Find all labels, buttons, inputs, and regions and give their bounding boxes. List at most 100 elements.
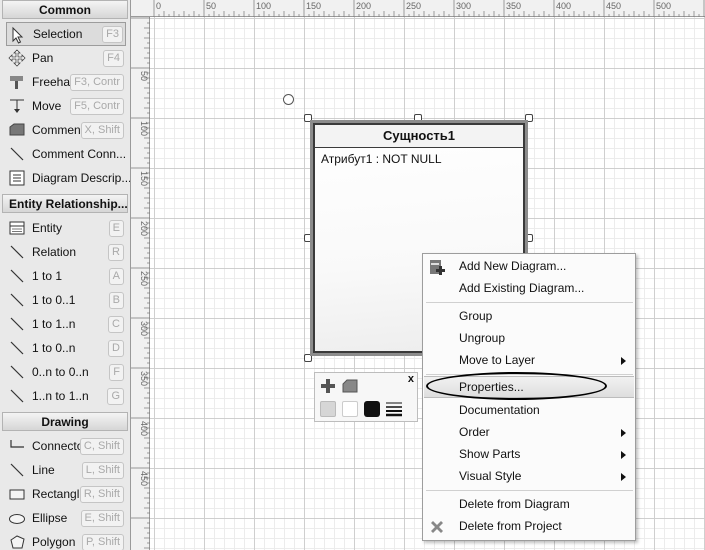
toolbox-panel: Common Selection F3 Pan F4 Freehar F3, C… <box>0 0 131 550</box>
entity-title[interactable]: Сущность1 <box>315 125 523 148</box>
menu-ungroup[interactable]: Ungroup <box>424 328 634 350</box>
rectangle-icon <box>9 489 25 500</box>
line-icon <box>10 389 24 403</box>
ruler-label: 300 <box>456 1 471 11</box>
close-button[interactable]: x <box>408 373 414 385</box>
tool-comment[interactable]: Commen X, Shift <box>6 118 126 142</box>
tool-diagram-description[interactable]: Diagram Descrip... <box>6 166 130 190</box>
tool-label: 0..n to 0..n <box>32 365 89 379</box>
tool-label: Selection <box>33 27 83 41</box>
menu-move-to-layer[interactable]: Move to Layer <box>424 350 634 372</box>
tool-relation[interactable]: Relation R <box>6 240 126 264</box>
line-icon <box>10 341 24 355</box>
tool-ellipse[interactable]: Ellipse E, Shift <box>6 506 126 530</box>
resize-handle-top-left[interactable] <box>304 114 312 122</box>
vertical-ruler: 50 100 150 200 250 300 350 400 450 <box>131 17 150 550</box>
tool-pan[interactable]: Pan F4 <box>6 46 126 70</box>
tool-label: Ellipse <box>32 511 68 525</box>
menu-show-parts[interactable]: Show Parts <box>424 444 634 466</box>
ruler-label: 250 <box>406 1 421 11</box>
tool-comment-connector[interactable]: Comment Conn... <box>6 142 126 166</box>
section-drawing-header[interactable]: Drawing <box>2 412 128 431</box>
tool-connector[interactable]: Connecto C, Shift <box>6 434 126 458</box>
tool-1-to-1[interactable]: 1 to 1 A <box>6 264 126 288</box>
tool-freehand[interactable]: Freehar F3, Contr <box>6 70 126 94</box>
shortcut-badge: C <box>108 316 124 333</box>
menu-label: Visual Style <box>459 469 522 483</box>
ruler-label: 350 <box>506 1 521 11</box>
color-swatch-black[interactable] <box>364 401 380 417</box>
tool-label: Line <box>32 463 55 477</box>
ruler-ticks: 0 50 100 150 200 250 300 350 400 450 500 <box>153 0 705 17</box>
tool-label: Move <box>32 99 62 113</box>
menu-delete-from-project[interactable]: Delete from Project <box>424 516 634 538</box>
menu-order[interactable]: Order <box>424 422 634 444</box>
menu-label: Add Existing Diagram... <box>459 281 585 295</box>
rotate-handle[interactable] <box>283 94 294 105</box>
menu-label: Add New Diagram... <box>459 259 567 273</box>
color-swatch-gray[interactable] <box>320 401 336 417</box>
tool-1-to-0-1[interactable]: 1 to 0..1 B <box>6 288 126 312</box>
shortcut-badge: D <box>108 340 124 357</box>
entity-attribute[interactable]: Атрибут1 : NOT NULL <box>315 148 523 170</box>
ruler-label: 200 <box>139 221 149 236</box>
add-icon[interactable] <box>320 378 336 394</box>
submenu-arrow-icon <box>621 357 626 365</box>
tool-label: 1 to 0..1 <box>32 293 76 307</box>
resize-handle-left[interactable] <box>304 234 312 242</box>
menu-add-existing-diagram[interactable]: Add Existing Diagram... <box>424 278 634 300</box>
comment-icon <box>9 123 25 136</box>
resize-handle-right[interactable] <box>525 234 533 242</box>
shortcut-badge: F3, Contr <box>70 74 124 91</box>
line-icon <box>10 293 24 307</box>
resize-handle-top[interactable] <box>414 114 422 122</box>
shortcut-badge: F5, Contr <box>70 98 124 115</box>
arrow-pointer-icon <box>12 26 24 44</box>
shortcut-badge: A <box>108 268 124 285</box>
menu-visual-style[interactable]: Visual Style <box>424 466 634 488</box>
tool-label: 1..n to 1..n <box>32 389 89 403</box>
horizontal-ruler: 0 50 100 150 200 250 300 350 400 450 500 <box>131 0 705 17</box>
line-icon <box>10 269 24 283</box>
tool-polygon[interactable]: Polygon P, Shift <box>6 530 126 550</box>
menu-label: Move to Layer <box>459 353 536 367</box>
ruler-label: 150 <box>139 171 149 186</box>
ruler-label: 300 <box>139 321 149 336</box>
submenu-arrow-icon <box>621 451 626 459</box>
freehand-icon <box>10 76 23 89</box>
ruler-label: 500 <box>656 1 671 11</box>
ruler-label: 0 <box>156 1 161 11</box>
resize-handle-top-right[interactable] <box>525 114 533 122</box>
comment-icon[interactable] <box>342 378 358 394</box>
tool-1-n-to-1-n[interactable]: 1..n to 1..n G <box>6 384 126 408</box>
tool-selection[interactable]: Selection F3 <box>6 22 126 46</box>
tool-label: 1 to 1 <box>32 269 63 283</box>
entity-icon <box>9 221 25 235</box>
tool-1-to-1-n[interactable]: 1 to 1..n C <box>6 312 126 336</box>
submenu-arrow-icon <box>621 429 626 437</box>
tool-1-to-0-n[interactable]: 1 to 0..n D <box>6 336 126 360</box>
add-diagram-icon <box>430 260 445 275</box>
menu-separator <box>426 302 633 303</box>
ruler-label: 400 <box>556 1 571 11</box>
tool-entity[interactable]: Entity E <box>6 216 126 240</box>
menu-delete-from-diagram[interactable]: Delete from Diagram <box>424 494 634 516</box>
highlight-oval <box>426 372 607 400</box>
resize-handle-bottom-left[interactable] <box>304 354 312 362</box>
menu-documentation[interactable]: Documentation <box>424 400 634 422</box>
polygon-icon <box>10 535 25 549</box>
line-style-icon[interactable] <box>385 401 403 417</box>
section-common-header[interactable]: Common <box>2 0 128 19</box>
tool-line[interactable]: Line L, Shift <box>6 458 126 482</box>
tool-0-n-to-0-n[interactable]: 0..n to 0..n F <box>6 360 126 384</box>
menu-group[interactable]: Group <box>424 306 634 328</box>
tool-rectangle[interactable]: Rectangl R, Shift <box>6 482 126 506</box>
tool-move[interactable]: Move F5, Contr <box>6 94 126 118</box>
menu-add-new-diagram[interactable]: Add New Diagram... <box>424 256 634 278</box>
delete-x-icon <box>431 521 443 533</box>
color-swatch-white[interactable] <box>342 401 358 417</box>
tool-label: Polygon <box>32 535 76 549</box>
tool-label: Diagram Descrip... <box>32 171 131 185</box>
section-entity-relationship-header[interactable]: Entity Relationship... <box>2 194 128 213</box>
menu-separator <box>426 490 633 491</box>
